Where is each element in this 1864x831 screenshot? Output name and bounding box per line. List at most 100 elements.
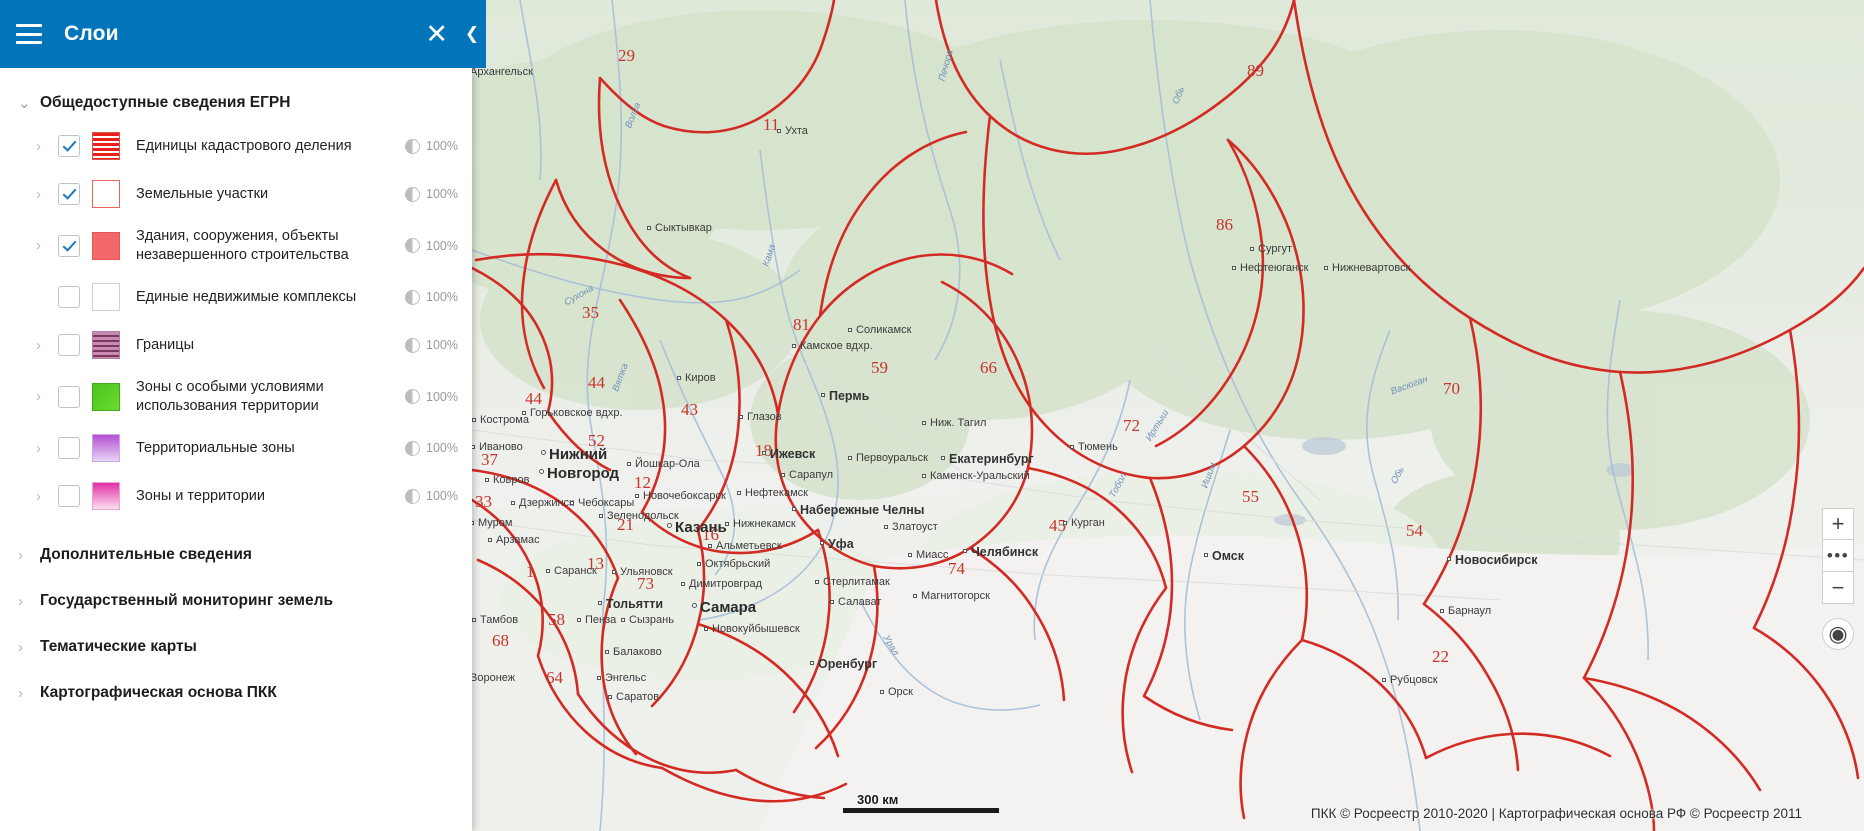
chevron-right-icon[interactable]: › [18, 639, 40, 656]
layer-section-row[interactable]: › Дополнительные сведения [0, 532, 472, 578]
layer-symbol-swatch [92, 132, 120, 160]
opacity-icon [405, 389, 421, 405]
layer-symbol-swatch [92, 482, 120, 511]
layer-section-title: Тематические карты [40, 638, 197, 656]
opacity-value: 100% [426, 290, 458, 305]
hamburger-icon[interactable] [16, 24, 42, 44]
layer-opacity-control[interactable]: 100% [405, 238, 458, 254]
layer-visibility-checkbox[interactable] [58, 334, 80, 357]
chevron-right-icon[interactable]: › [36, 138, 58, 155]
chevron-down-icon[interactable]: ⌄ [18, 94, 40, 112]
more-button[interactable]: ••• [1822, 540, 1854, 572]
layer-section-row[interactable]: › Картографическая основа ПКК [0, 670, 472, 716]
chevron-right-icon[interactable]: › [36, 186, 58, 203]
layer-visibility-checkbox[interactable] [58, 234, 80, 257]
chevron-right-icon[interactable]: › [36, 388, 58, 405]
city-marker-dot [737, 491, 741, 495]
layer-row[interactable]: › Земельные участки 100% [0, 170, 472, 218]
chevron-right-icon[interactable]: › [36, 488, 58, 505]
city-marker-dot [1382, 678, 1386, 682]
city-marker-dot [1070, 445, 1074, 449]
opacity-icon [405, 337, 421, 353]
layer-opacity-control[interactable]: 100% [405, 389, 458, 405]
city-marker-dot [605, 650, 609, 654]
layer-opacity-control[interactable]: 100% [405, 440, 458, 456]
zoom-out-button[interactable]: − [1822, 572, 1854, 604]
layer-label: Территориальные зоны [136, 439, 295, 456]
layers-panel-body[interactable]: ⌄ Общедоступные сведения ЕГРН › Единицы к… [0, 68, 472, 831]
city-marker-dot [635, 494, 639, 498]
city-marker-dot [667, 523, 672, 528]
city-marker-dot [681, 582, 685, 586]
city-marker-dot [848, 456, 852, 460]
city-marker-dot [941, 456, 945, 460]
city-marker-dot [1440, 609, 1444, 613]
opacity-value: 100% [426, 389, 458, 404]
opacity-icon [405, 186, 421, 202]
layer-symbol-swatch [92, 180, 120, 208]
map-attribution: ПКК © Росреестр 2010-2020 | Картографиче… [1310, 806, 1802, 821]
layer-row[interactable]: ›Единые недвижимые комплексы100% [0, 273, 472, 321]
city-marker-dot [1204, 553, 1208, 557]
city-marker-dot [485, 478, 489, 482]
opacity-value: 100% [426, 238, 458, 253]
chevron-right-icon[interactable]: › [18, 685, 40, 702]
city-marker-dot [608, 695, 612, 699]
opacity-icon [405, 289, 421, 305]
layer-row[interactable]: › Единицы кадастрового деления 100% [0, 122, 472, 170]
layers-panel: Слои ✕ ❮ ⌄ Общедоступные сведения ЕГРН ›… [0, 0, 486, 831]
layer-section-row[interactable]: › Государственный мониторинг земель [0, 578, 472, 624]
opacity-value: 100% [426, 139, 458, 153]
layer-group-egrn[interactable]: ⌄ Общедоступные сведения ЕГРН [0, 84, 472, 122]
city-marker-dot [884, 525, 888, 529]
layer-label: Зоны и территории [136, 487, 265, 504]
layer-group-title: Общедоступные сведения ЕГРН [40, 94, 291, 111]
city-marker-dot [621, 618, 625, 622]
layer-label: Границы [136, 336, 194, 353]
close-icon[interactable]: ✕ [419, 20, 454, 48]
city-marker-dot [820, 541, 824, 545]
layer-visibility-checkbox[interactable] [58, 286, 80, 309]
chevron-right-icon[interactable]: › [18, 593, 40, 610]
layer-opacity-control[interactable]: 100% [405, 488, 458, 504]
section-list: › Дополнительные сведения › Государственный… [0, 532, 472, 716]
locate-button[interactable]: ◉ [1822, 618, 1854, 650]
layer-visibility-checkbox[interactable] [58, 183, 80, 205]
layer-opacity-control[interactable]: 100% [405, 289, 458, 305]
city-marker-dot [627, 462, 631, 466]
layer-symbol-swatch [92, 331, 120, 360]
city-marker-dot [1232, 266, 1236, 270]
opacity-icon [405, 488, 421, 504]
layer-visibility-checkbox[interactable] [58, 485, 80, 508]
chevron-left-icon[interactable]: ❮ [458, 0, 486, 68]
city-marker-dot [725, 522, 729, 526]
layer-visibility-checkbox[interactable] [58, 385, 80, 408]
chevron-right-icon[interactable]: › [18, 547, 40, 564]
layer-row[interactable]: › Здания, сооружения, объекты незавершенн… [0, 218, 472, 273]
zoom-in-button[interactable]: + [1822, 508, 1854, 540]
layer-opacity-control[interactable]: 100% [405, 337, 458, 353]
layer-visibility-checkbox[interactable] [58, 437, 80, 460]
chevron-right-icon[interactable]: › [36, 337, 58, 354]
layer-opacity-control[interactable]: 100% [405, 186, 458, 202]
city-marker-dot [577, 618, 581, 622]
chevron-right-icon[interactable]: › [36, 440, 58, 457]
layer-symbol-swatch [92, 434, 120, 463]
city-marker-dot [1250, 247, 1254, 251]
layer-row[interactable]: › Границы 100% [0, 321, 472, 369]
city-marker-dot [597, 676, 601, 680]
chevron-right-icon[interactable]: › [36, 237, 58, 254]
layer-visibility-checkbox[interactable] [58, 135, 80, 157]
city-marker-dot [762, 451, 766, 455]
city-marker-dot [647, 226, 651, 230]
layer-section-row[interactable]: › Тематические карты [0, 624, 472, 670]
layer-row[interactable]: › Зоны с особыми условиями использования … [0, 369, 472, 424]
city-marker-dot [546, 569, 550, 573]
city-marker-dot [598, 601, 602, 605]
city-marker-dot [692, 603, 697, 608]
city-marker-dot [612, 570, 616, 574]
layer-row[interactable]: › Территориальные зоны 100% [0, 424, 472, 472]
city-marker-dot [963, 549, 967, 553]
layer-opacity-control[interactable]: 100% [405, 138, 458, 154]
layer-row[interactable]: › Зоны и территории 100% [0, 472, 472, 520]
